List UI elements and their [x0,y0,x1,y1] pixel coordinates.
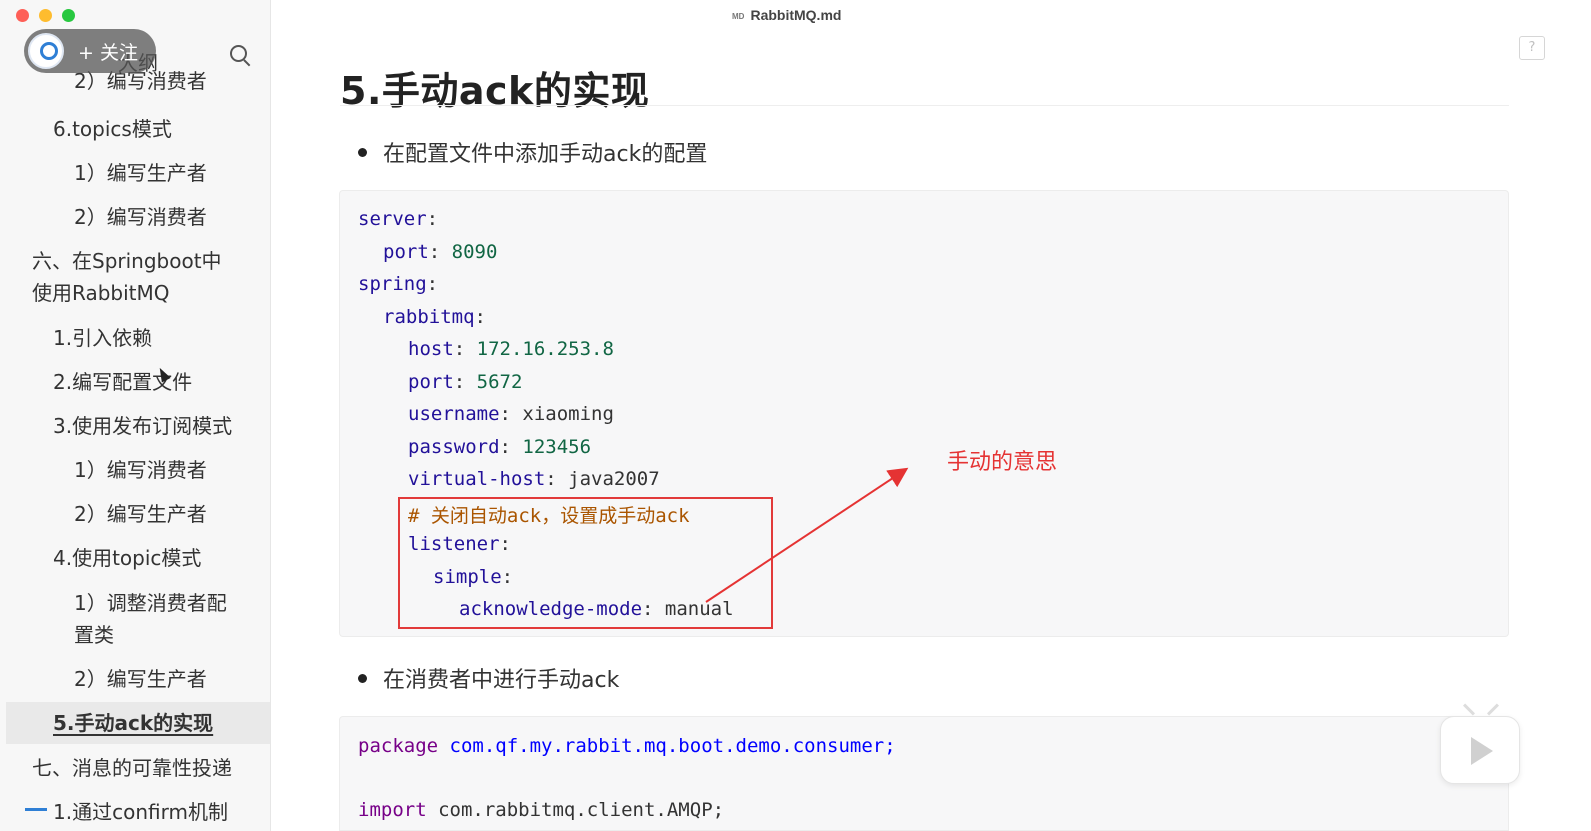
section-heading: 5.手动ack的实现 [340,69,650,113]
toc-item[interactable]: 2）编写消费者 [74,201,310,233]
code-line: import com.rabbitmq.client.AMQP; [358,799,724,831]
toc-item[interactable]: 6.topics模式 [53,113,289,145]
minimize-window-button[interactable] [39,9,52,22]
yaml-value: java2007 [568,468,660,490]
document-title: MD RabbitMQ.md [732,7,841,23]
annotation-text: 手动的意思 [947,450,1058,475]
title-bar: MD RabbitMQ.md [0,0,1591,30]
toc-item[interactable]: 1.通过confirm机制 [53,796,289,831]
toc-item[interactable]: 1.引入依赖 [53,322,289,354]
bullet-dot-icon [358,147,367,157]
outline-sidebar: 2）编写消费者 6.topics模式 1）编写生产者 2）编写消费者 六、在Sp… [0,0,271,831]
yaml-key: password [408,436,500,458]
toc-item[interactable]: 1）编写生产者 [74,157,310,189]
toc-item[interactable]: 1）编写消费者 [74,454,310,486]
close-window-button[interactable] [16,9,29,22]
play-icon [1471,737,1493,765]
toc-item[interactable]: 2.编写配置文件 [53,366,289,398]
yaml-key: virtual-host [408,468,546,490]
code-line: package com.qf.my.rabbit.mq.boot.demo.co… [358,735,896,757]
yaml-value: 123456 [522,436,592,458]
code-line: spring: [358,273,439,295]
code-line: username: xiaoming [408,403,614,425]
code-line: rabbitmq: [383,306,486,328]
toc-item-active[interactable]: 5.手动ack的实现 [53,707,289,739]
yaml-key: host [408,338,454,360]
yaml-value: 5672 [476,371,523,393]
java-keyword: package [358,735,439,757]
toc-item[interactable]: 2）编写生产者 [74,663,310,695]
bullet-text: 在消费者中进行手动ack [383,668,620,693]
yaml-key: port [383,241,429,263]
document-title-text: RabbitMQ.md [750,7,842,23]
code-line: host: 172.16.253.8 [408,338,614,360]
java-import: com.rabbitmq.client.AMQP; [438,799,725,821]
bullet-item: 在消费者中进行手动ack [358,662,619,694]
toc-item[interactable]: 六、在Springboot中使用RabbitMQ [32,245,232,309]
toc-item[interactable]: 4.使用topic模式 [53,542,289,574]
bullet-item: 在配置文件中添加手动ack的配置 [358,136,707,168]
search-icon[interactable] [229,44,251,66]
zoom-window-button[interactable] [62,9,75,22]
yaml-key: port [408,371,454,393]
toc-item[interactable]: 1）调整消费者配置类 [74,587,244,651]
follow-label: + 关注 [78,42,138,64]
bullet-dot-icon [358,673,367,683]
code-line: port: 8090 [383,241,498,263]
yaml-value: xiaoming [522,403,614,425]
avatar [28,33,64,69]
toc-item[interactable]: 七、消息的可靠性投递 [32,752,268,784]
heading-divider [340,105,1509,106]
markdown-file-icon: MD [732,11,745,21]
yaml-key: server [358,208,427,230]
code-line: virtual-host: java2007 [408,468,660,490]
yaml-key: spring [358,273,427,295]
bullet-text: 在配置文件中添加手动ack的配置 [383,142,708,167]
yaml-key: rabbitmq [383,306,475,328]
scroll-marker [25,808,47,811]
java-keyword: import [358,799,427,821]
yaml-value: 8090 [451,241,498,263]
code-line: port: 5672 [408,371,523,393]
help-icon[interactable]: ? [1519,36,1545,60]
code-line: password: 123456 [408,436,592,458]
yaml-key: username [408,403,500,425]
yaml-value: 172.16.253.8 [476,338,614,360]
code-line: server: [358,208,439,230]
follow-button[interactable]: + 关注 [24,29,156,73]
toc-item[interactable]: 3.使用发布订阅模式 [53,410,289,442]
annotation-highlight-box [398,497,773,629]
java-package: com.qf.my.rabbit.mq.boot.demo.consumer; [449,735,896,757]
video-play-button[interactable] [1440,716,1520,784]
toc-item[interactable]: 2）编写生产者 [74,498,310,530]
